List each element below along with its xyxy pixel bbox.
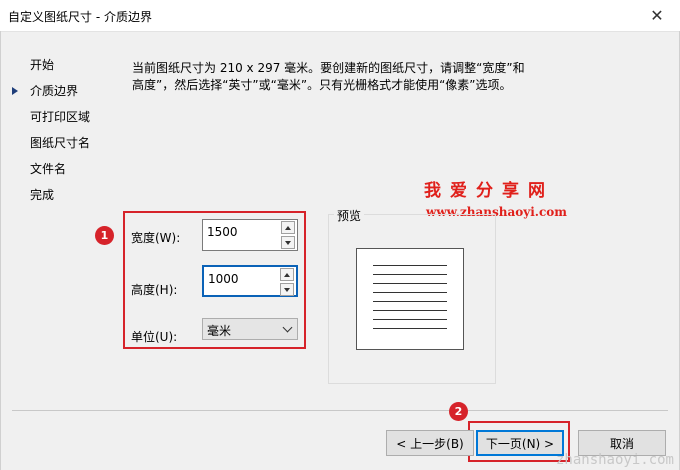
chevron-down-icon bbox=[282, 322, 293, 333]
nav-item-paper-size-name: 图纸尺寸名 bbox=[0, 130, 120, 156]
description-line-2: 高度”，然后选择“英寸”或“毫米”。只有光栅格式才能使用“像素”选项。 bbox=[132, 78, 512, 92]
nav-item-media-bounds: 介质边界 bbox=[0, 78, 120, 104]
preview-label: 预览 bbox=[334, 207, 365, 224]
unit-select[interactable]: 毫米 bbox=[202, 318, 298, 340]
arrow-up-icon bbox=[284, 272, 290, 277]
preview-line bbox=[373, 319, 447, 320]
nav-item-start: 开始 bbox=[0, 52, 120, 78]
nav-item-label: 开始 bbox=[30, 58, 55, 72]
nav-item-finish: 完成 bbox=[0, 182, 120, 208]
nav-item-label: 完成 bbox=[30, 188, 55, 202]
width-spinbox[interactable]: 1500 bbox=[202, 219, 298, 251]
back-button-label: < 上一步(B) bbox=[396, 436, 464, 451]
window-title: 自定义图纸尺寸 - 介质边界 bbox=[8, 10, 152, 24]
nav-item-label: 可打印区域 bbox=[30, 110, 91, 124]
nav-item-label: 介质边界 bbox=[30, 84, 79, 98]
preview-line bbox=[373, 274, 447, 275]
height-spin-buttons bbox=[280, 268, 294, 296]
unit-label: 单位(U): bbox=[131, 330, 178, 344]
preview-line bbox=[373, 292, 447, 293]
nav-item-label: 图纸尺寸名 bbox=[30, 136, 91, 150]
height-input[interactable]: 1000 bbox=[208, 272, 239, 286]
height-decrement-button[interactable] bbox=[280, 283, 294, 296]
width-spin-buttons bbox=[281, 221, 295, 249]
title-bar: 自定义图纸尺寸 - 介质边界 ✕ bbox=[0, 0, 680, 32]
preview-line bbox=[373, 328, 447, 329]
footer-separator bbox=[12, 410, 668, 411]
arrow-up-icon bbox=[285, 225, 291, 230]
back-button[interactable]: < 上一步(B) bbox=[386, 430, 474, 456]
arrow-down-icon bbox=[284, 287, 290, 292]
watermark-text: 我爱分享网 bbox=[424, 181, 554, 201]
paper-preview bbox=[356, 248, 464, 350]
height-label: 高度(H): bbox=[131, 283, 178, 297]
width-input[interactable]: 1500 bbox=[207, 225, 238, 239]
nav-item-file-name: 文件名 bbox=[0, 156, 120, 182]
current-step-arrow-icon bbox=[12, 87, 18, 95]
next-button-label: 下一页(N) > bbox=[485, 436, 555, 451]
nav-item-printable-area: 可打印区域 bbox=[0, 104, 120, 130]
arrow-down-icon bbox=[285, 240, 291, 245]
nav-item-label: 文件名 bbox=[30, 162, 67, 176]
width-increment-button[interactable] bbox=[281, 221, 295, 234]
cancel-button-label: 取消 bbox=[609, 436, 634, 451]
step-description: 当前图纸尺寸为 210 x 297 毫米。要创建新的图纸尺寸，请调整“宽度”和 … bbox=[132, 60, 552, 94]
annotation-badge-1: 1 bbox=[95, 226, 114, 245]
preview-line bbox=[373, 283, 447, 284]
wizard-steps-nav: 开始 介质边界 可打印区域 图纸尺寸名 文件名 完成 bbox=[0, 52, 120, 208]
close-icon: ✕ bbox=[650, 6, 664, 25]
preview-line bbox=[373, 301, 447, 302]
description-line-1: 当前图纸尺寸为 210 x 297 毫米。要创建新的图纸尺寸，请调整“宽度”和 bbox=[132, 61, 525, 75]
width-decrement-button[interactable] bbox=[281, 236, 295, 249]
height-spinbox[interactable]: 1000 bbox=[202, 265, 298, 297]
preview-line bbox=[373, 310, 447, 311]
height-increment-button[interactable] bbox=[280, 268, 294, 281]
site-watermark: zhanshaoyi.com bbox=[555, 452, 674, 468]
unit-select-value: 毫米 bbox=[207, 324, 232, 338]
preview-line bbox=[373, 265, 447, 266]
close-button[interactable]: ✕ bbox=[634, 0, 680, 31]
width-label: 宽度(W): bbox=[131, 231, 181, 245]
next-button[interactable]: 下一页(N) > bbox=[476, 430, 564, 456]
annotation-badge-2: 2 bbox=[449, 402, 468, 421]
